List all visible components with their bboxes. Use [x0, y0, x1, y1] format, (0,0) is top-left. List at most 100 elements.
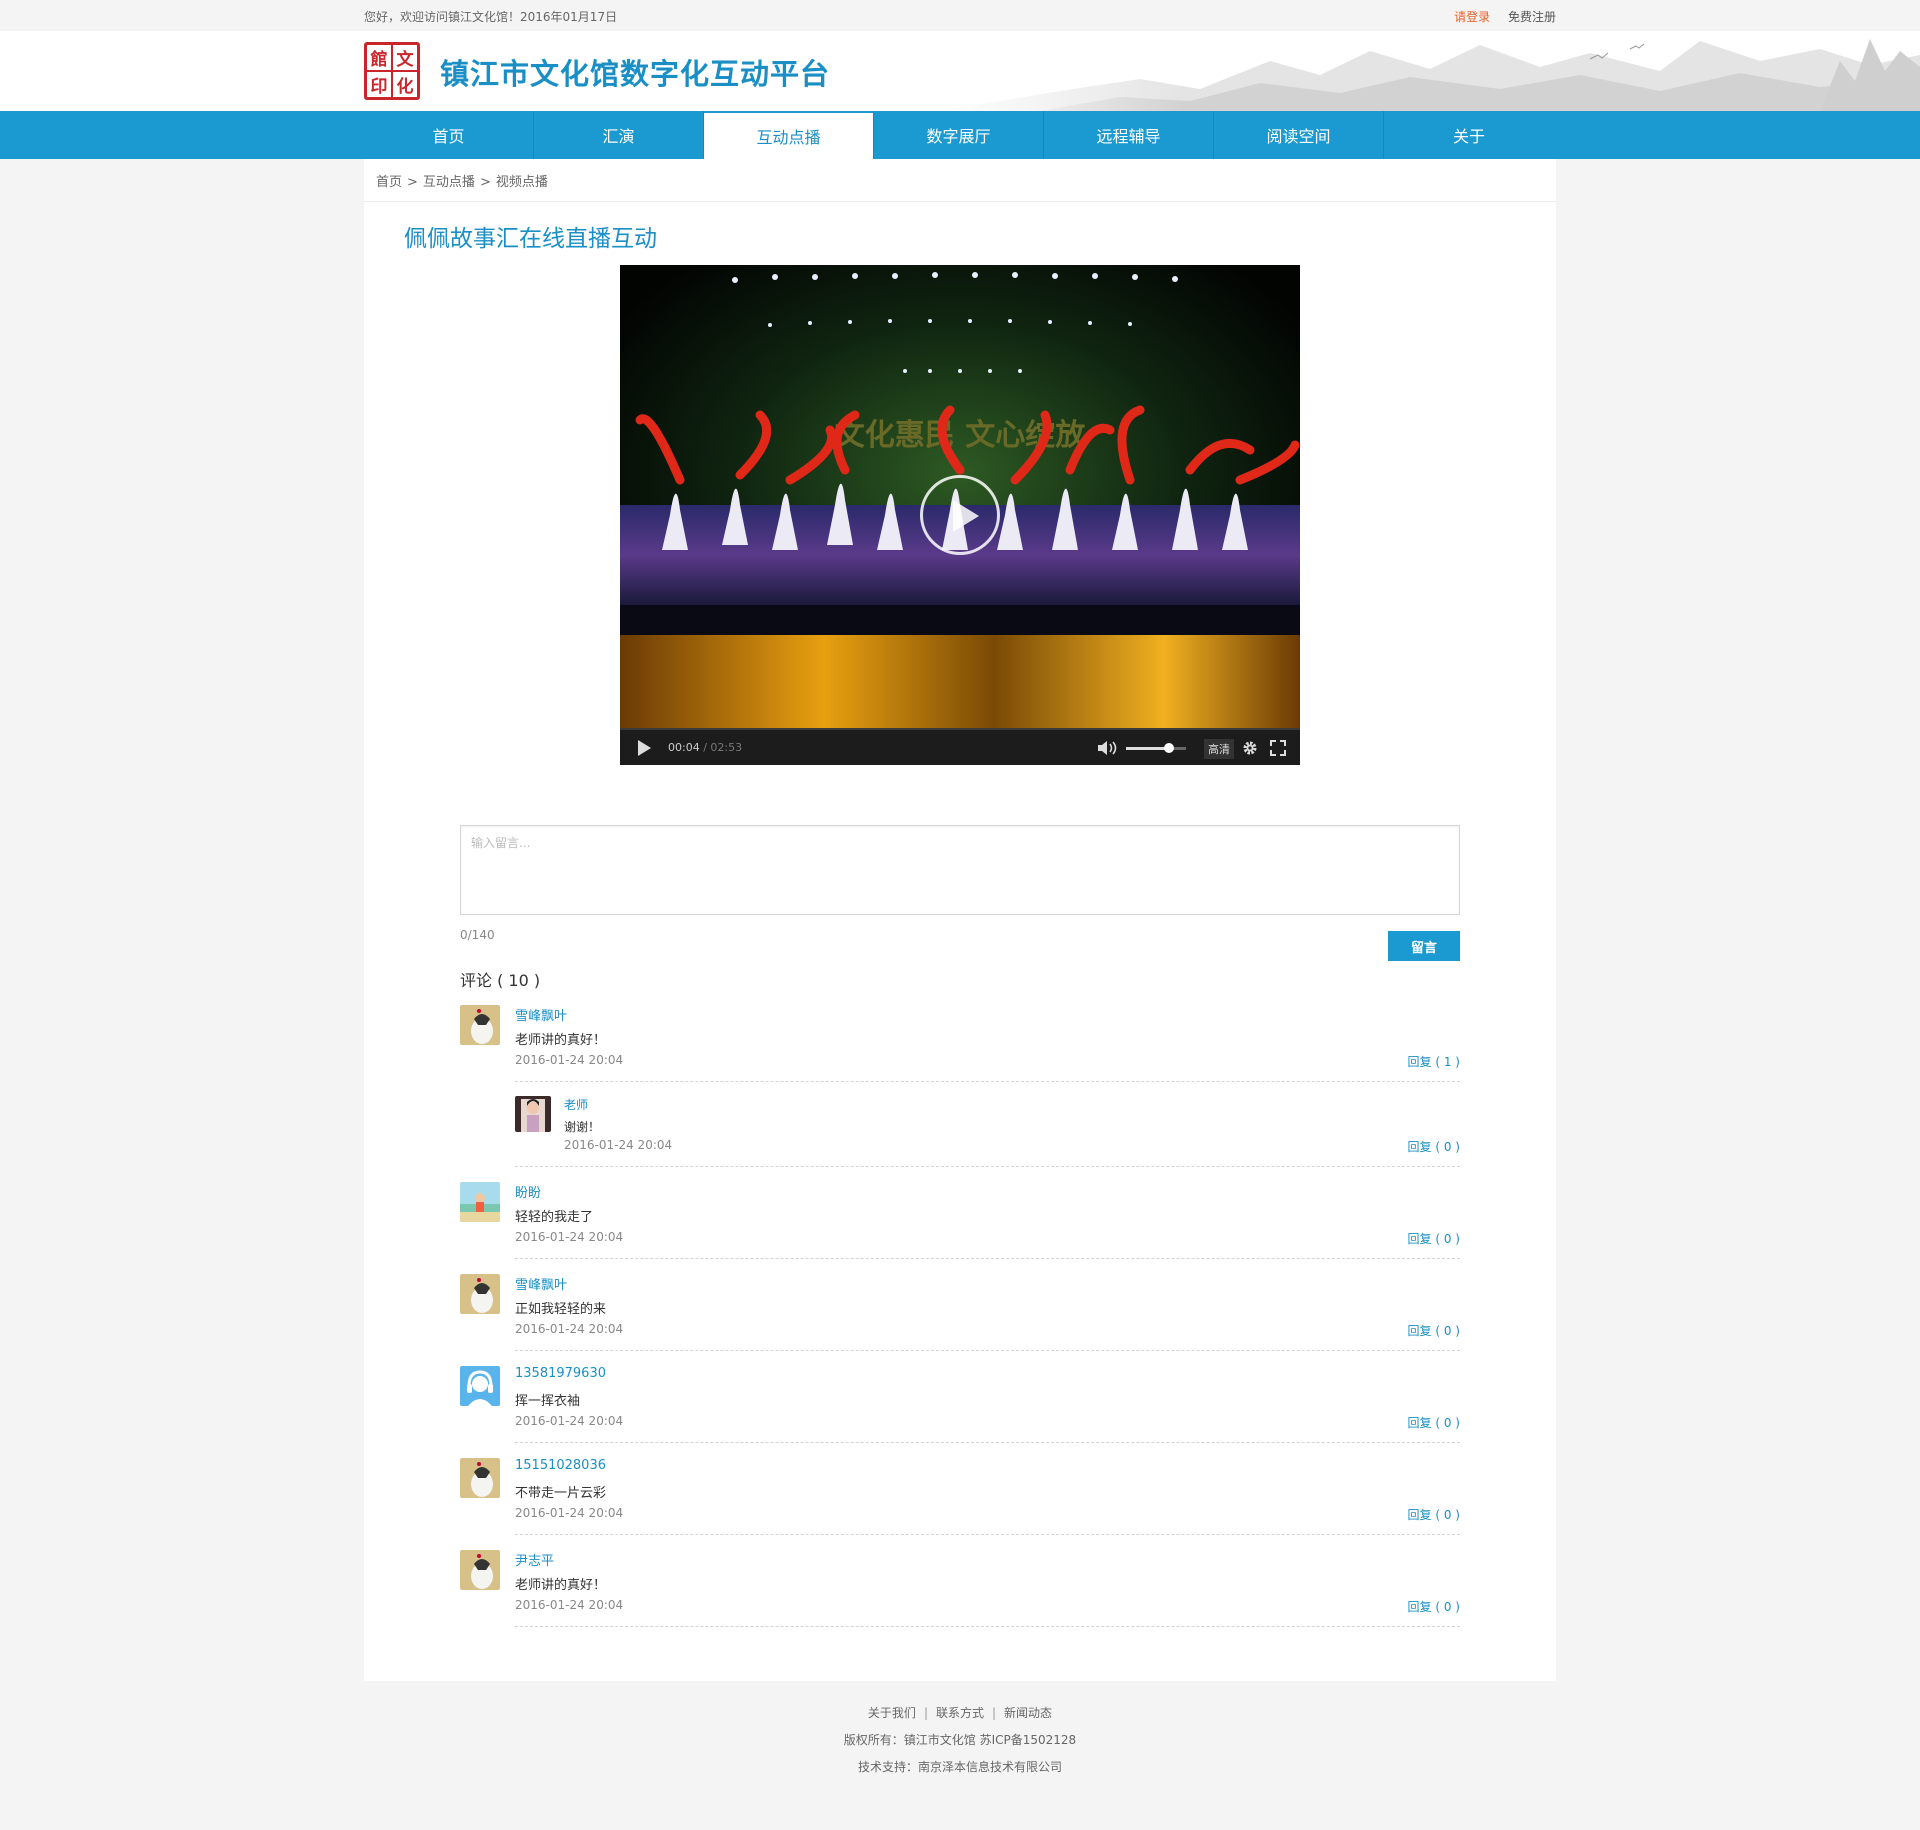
default-avatar-icon — [460, 1005, 500, 1045]
site-logo[interactable]: 館 文 印 化 — [364, 42, 420, 100]
comment-author[interactable]: 雪峰飘叶 — [515, 1005, 567, 1024]
main-nav: 首页 汇演 互动点播 数字展厅 远程辅导 阅读空间 关于 — [0, 111, 1920, 159]
beach-avatar-icon — [460, 1182, 500, 1222]
account-links: 请登录 免费注册 — [1454, 8, 1556, 25]
page-title: 佩佩故事汇在线直播互动 — [404, 226, 657, 252]
top-strip: 您好，欢迎访问镇江文化馆！2016年01月17日 请登录 免费注册 — [0, 0, 1920, 31]
volume-icon[interactable] — [1096, 740, 1118, 756]
breadcrumb-home[interactable]: 首页 — [376, 175, 402, 190]
breadcrumb: 首页 > 互动点播 > 视频点播 — [376, 171, 548, 190]
footer-link-separator: | — [992, 1706, 997, 1720]
comment-text: 挥一挥衣袖 — [515, 1394, 581, 1409]
breadcrumb-separator: > — [407, 175, 418, 190]
comment-date: 2016-01-24 20:04 — [515, 1322, 624, 1336]
play-overlay-button[interactable] — [920, 475, 1000, 555]
nav-item-interactive-vod[interactable]: 互动点播 — [704, 111, 874, 159]
reply-author[interactable]: 老师 — [564, 1096, 588, 1113]
reply-link[interactable]: 回复 ( 0 ) — [1408, 1598, 1460, 1615]
main-content: 首页 > 互动点播 > 视频点播 佩佩故事汇在线直播互动 文化惠民 文心绽放 0… — [364, 159, 1556, 1681]
nav-item-remote-tutoring[interactable]: 远程辅导 — [1044, 111, 1214, 159]
footer-link-contact[interactable]: 联系方式 — [936, 1706, 984, 1720]
divider — [515, 1350, 1460, 1351]
duration: 02:53 — [710, 741, 743, 754]
logo-char: 化 — [393, 72, 417, 97]
comment-date: 2016-01-24 20:04 — [515, 1506, 624, 1520]
volume-knob[interactable] — [1164, 743, 1175, 753]
nav-item-about[interactable]: 关于 — [1384, 111, 1554, 159]
volume-fill — [1126, 747, 1170, 750]
footer-link-about[interactable]: 关于我们 — [868, 1706, 916, 1720]
current-time: 00:04 — [668, 741, 700, 754]
welcome-text: 您好，欢迎访问镇江文化馆！2016年01月17日 — [364, 10, 618, 24]
footer-link-separator: | — [923, 1706, 928, 1720]
reply-link[interactable]: 回复 ( 0 ) — [1408, 1230, 1460, 1247]
nav-item-performance[interactable]: 汇演 — [534, 111, 704, 159]
reply-text: 谢谢！ — [564, 1120, 601, 1134]
comment-author[interactable]: 尹志平 — [515, 1550, 554, 1569]
divider — [364, 201, 1556, 202]
comments-count-heading: 评论 ( 10 ) — [460, 971, 541, 990]
char-counter: 0/140 — [460, 928, 495, 942]
divider — [515, 1534, 1460, 1535]
comment-author[interactable]: 15151028036 — [515, 1458, 606, 1473]
site-footer: 关于我们 | 联系方式 | 新闻动态 版权所有：镇江市文化馆 苏ICP备1502128 … — [0, 1700, 1920, 1781]
comment-input[interactable] — [460, 825, 1460, 915]
breadcrumb-separator: > — [479, 175, 491, 190]
reply-link[interactable]: 回复 ( 0 ) — [1408, 1414, 1460, 1431]
quality-button[interactable]: 高清 — [1204, 739, 1234, 759]
headset-avatar-icon — [460, 1366, 500, 1406]
site-header: 館 文 印 化 镇江市文化馆数字化互动平台 — [0, 31, 1920, 111]
video-player[interactable]: 文化惠民 文心绽放 00:04 / 02:53 高清 — [620, 265, 1300, 765]
divider — [515, 1258, 1460, 1259]
fullscreen-icon[interactable] — [1270, 740, 1286, 756]
reply-link[interactable]: 回复 ( 0 ) — [1408, 1322, 1460, 1339]
register-link[interactable]: 免费注册 — [1508, 10, 1556, 24]
time-display: 00:04 / 02:53 — [668, 741, 742, 754]
comment-author[interactable]: 雪峰飘叶 — [515, 1274, 567, 1293]
volume-slider[interactable] — [1126, 743, 1186, 753]
default-avatar-icon — [460, 1550, 500, 1590]
login-link[interactable]: 请登录 — [1454, 10, 1490, 24]
reply-link[interactable]: 回复 ( 0 ) — [1408, 1138, 1460, 1155]
ink-landscape-decoration — [940, 31, 1920, 111]
video-controls: 00:04 / 02:53 高清 — [620, 728, 1300, 765]
comment-date: 2016-01-24 20:04 — [515, 1230, 624, 1244]
divider — [515, 1442, 1460, 1443]
divider — [515, 1166, 1460, 1167]
divider — [515, 1626, 1460, 1627]
submit-comment-button[interactable]: 留言 — [1388, 931, 1460, 961]
default-avatar-icon — [460, 1458, 500, 1498]
reply-link[interactable]: 回复 ( 1 ) — [1408, 1053, 1460, 1070]
reply-date: 2016-01-24 20:04 — [564, 1138, 673, 1152]
comment-text: 不带走一片云彩 — [515, 1486, 607, 1501]
gear-icon[interactable] — [1242, 740, 1258, 756]
breadcrumb-interactive-vod[interactable]: 互动点播 — [423, 175, 475, 190]
footer-links: 关于我们 | 联系方式 | 新闻动态 — [0, 1700, 1920, 1727]
divider — [515, 1081, 1460, 1082]
nav-item-home[interactable]: 首页 — [364, 111, 534, 159]
time-separator: / — [703, 741, 707, 754]
nav-item-digital-hall[interactable]: 数字展厅 — [874, 111, 1044, 159]
comment-text: 正如我轻轻的来 — [515, 1302, 607, 1317]
default-avatar-icon — [460, 1274, 500, 1314]
logo-char: 館 — [367, 45, 391, 70]
comment-date: 2016-01-24 20:04 — [515, 1053, 624, 1067]
footer-link-news[interactable]: 新闻动态 — [1004, 1706, 1052, 1720]
play-icon[interactable] — [638, 740, 651, 756]
comment-author[interactable]: 13581979630 — [515, 1366, 606, 1381]
comment-text: 老师讲的真好！ — [515, 1033, 607, 1048]
comment-date: 2016-01-24 20:04 — [515, 1598, 624, 1612]
comment-date: 2016-01-24 20:04 — [515, 1414, 624, 1428]
site-title: 镇江市文化馆数字化互动平台 — [440, 57, 831, 91]
copyright-text: 版权所有：镇江市文化馆 苏ICP备1502128 — [843, 1733, 1077, 1747]
comment-text: 老师讲的真好！ — [515, 1578, 607, 1593]
comment-author[interactable]: 盼盼 — [515, 1182, 541, 1201]
teacher-avatar-icon — [515, 1096, 551, 1132]
comment-text: 轻轻的我走了 — [515, 1210, 594, 1225]
logo-char: 文 — [393, 45, 417, 70]
reply-link[interactable]: 回复 ( 0 ) — [1408, 1506, 1460, 1523]
nav-item-reading-space[interactable]: 阅读空间 — [1214, 111, 1384, 159]
breadcrumb-current: 视频点播 — [495, 175, 548, 190]
support-text: 技术支持：南京泽本信息技术有限公司 — [857, 1760, 1062, 1774]
logo-char: 印 — [367, 72, 391, 97]
